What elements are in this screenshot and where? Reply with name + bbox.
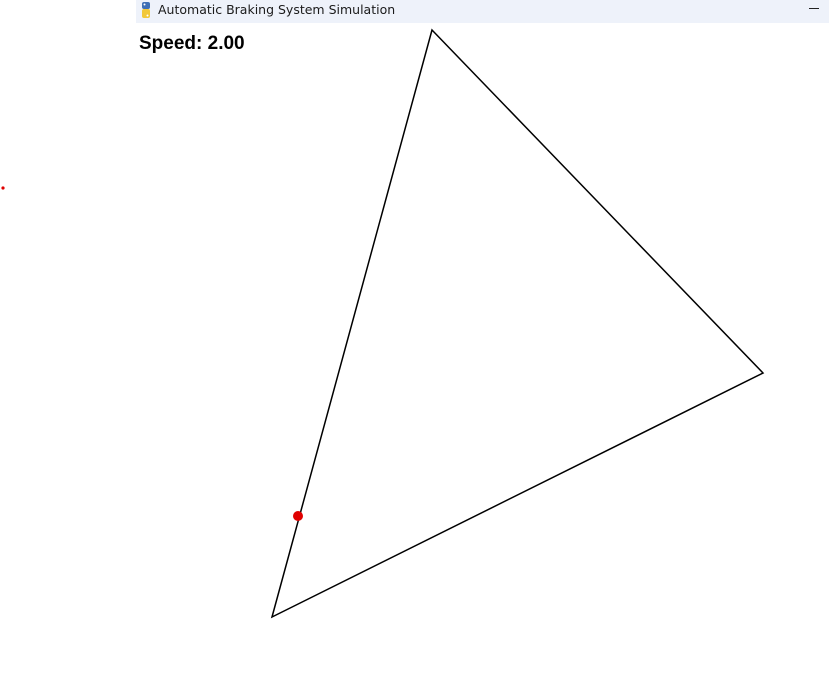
speed-readout: Speed: 2.00 bbox=[139, 33, 245, 54]
python-icon bbox=[142, 2, 150, 18]
stray-red-dot bbox=[1, 186, 5, 190]
vehicle-dot bbox=[293, 511, 303, 521]
triangle-track bbox=[270, 28, 765, 619]
window-title: Automatic Braking System Simulation bbox=[158, 2, 396, 17]
minimize-button[interactable] bbox=[799, 0, 829, 23]
simulation-canvas bbox=[1, 28, 765, 619]
window-titlebar[interactable]: Automatic Braking System Simulation bbox=[136, 0, 829, 23]
